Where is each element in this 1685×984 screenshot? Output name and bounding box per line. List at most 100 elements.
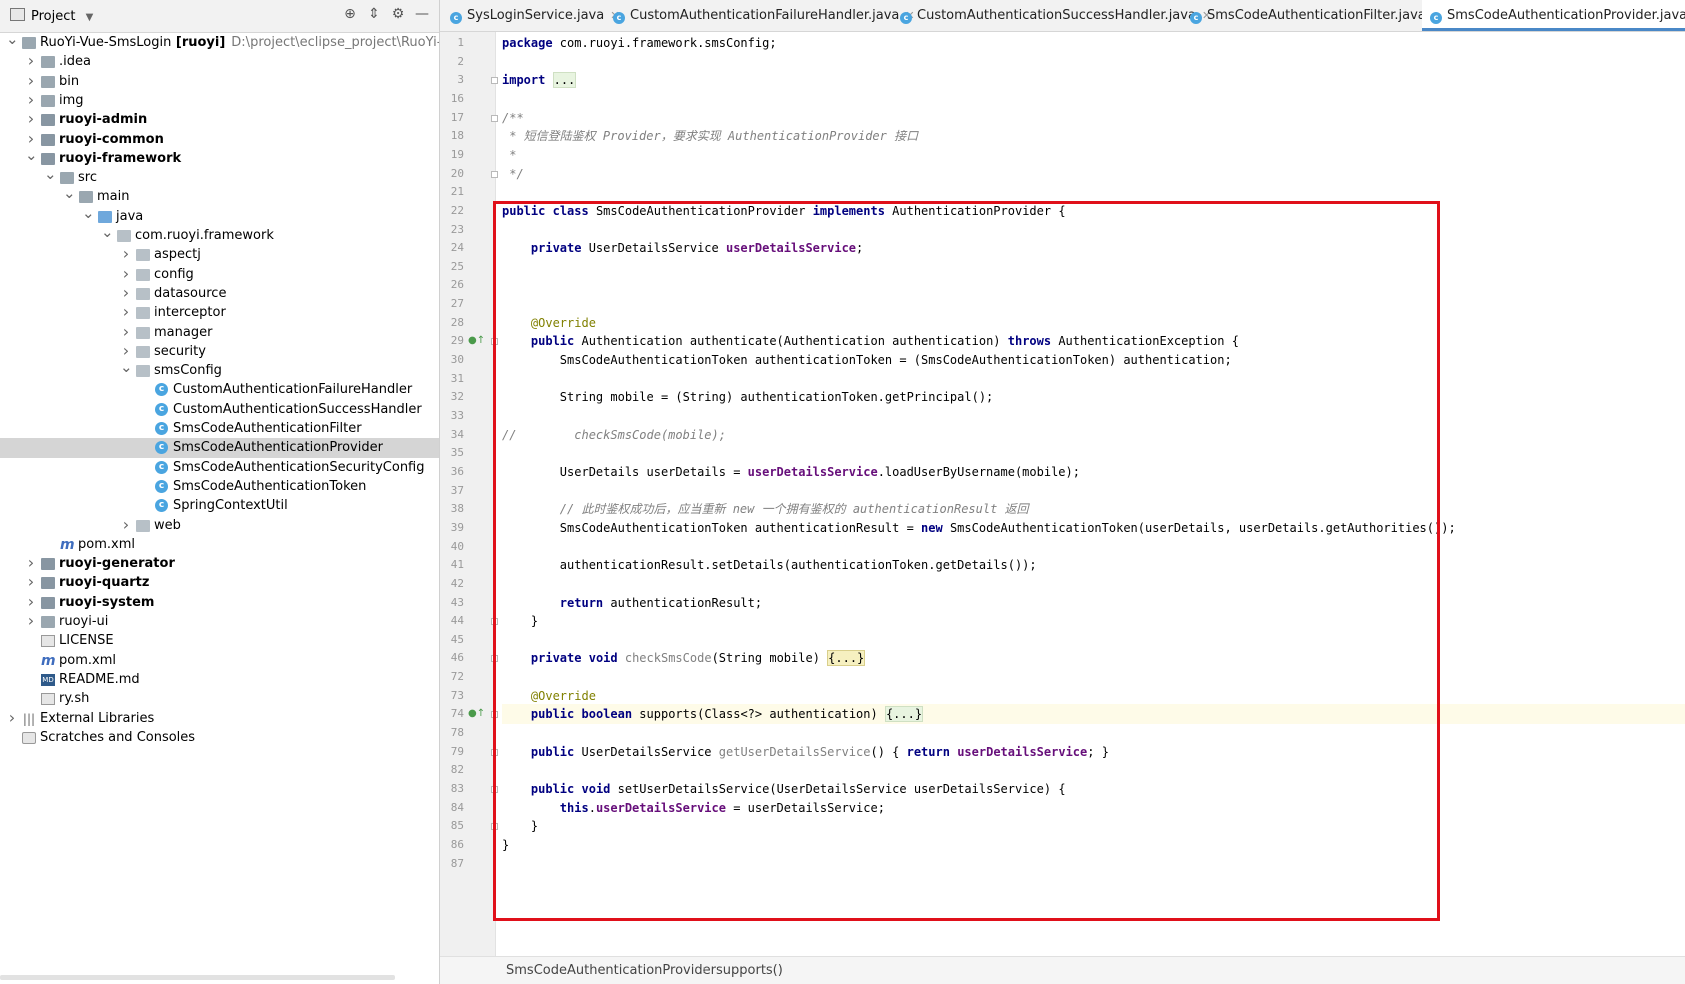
- code-line[interactable]: public void setUserDetailsService(UserDe…: [502, 779, 1685, 799]
- code-line[interactable]: SmsCodeAuthenticationToken authenticatio…: [502, 518, 1685, 538]
- tree-item[interactable]: › security: [0, 341, 439, 362]
- project-view-selector[interactable]: Project ▼: [10, 8, 93, 24]
- tree-item[interactable]: ⌄ com.ruoyi.framework: [0, 225, 439, 246]
- tree-item[interactable]: › ruoyi-ui: [0, 612, 439, 632]
- code-line[interactable]: @Override: [502, 686, 1685, 706]
- code-line[interactable]: @Override: [502, 313, 1685, 333]
- chevron-right-icon[interactable]: ›: [25, 592, 37, 611]
- code-line[interactable]: SmsCodeAuthenticationToken authenticatio…: [502, 350, 1685, 370]
- tree-item[interactable]: › ruoyi-system: [0, 592, 439, 613]
- code-line[interactable]: [502, 406, 1685, 426]
- tree-item[interactable]: c SpringContextUtil: [0, 496, 439, 516]
- code-line[interactable]: public Authentication authenticate(Authe…: [502, 331, 1685, 351]
- fold-toggle-icon[interactable]: [491, 618, 498, 626]
- chevron-down-icon[interactable]: ⌄: [82, 205, 95, 220]
- chevron-right-icon[interactable]: ›: [25, 110, 37, 128]
- code-line[interactable]: private void checkSmsCode(String mobile)…: [502, 648, 1685, 668]
- tree-item[interactable]: › ||| External Libraries: [0, 708, 439, 729]
- code-line[interactable]: *: [502, 145, 1685, 165]
- code-line[interactable]: [502, 52, 1685, 72]
- tab-smscodeauthenticationfilter[interactable]: cSmsCodeAuthenticationFilter.java✕: [1190, 0, 1441, 31]
- chevron-right-icon[interactable]: ›: [25, 52, 37, 70]
- tree-item[interactable]: › ruoyi-admin: [0, 110, 439, 130]
- tree-item[interactable]: › interceptor: [0, 303, 439, 323]
- code-line[interactable]: public boolean supports(Class<?> authent…: [502, 704, 1685, 725]
- chevron-right-icon[interactable]: ›: [120, 322, 132, 341]
- tree-item[interactable]: ⌄ java: [0, 205, 439, 227]
- code-line[interactable]: [502, 723, 1685, 743]
- code-line[interactable]: [502, 182, 1685, 202]
- code-line[interactable]: return authenticationResult;: [502, 593, 1685, 613]
- chevron-right-icon[interactable]: ›: [25, 573, 37, 591]
- tree-item[interactable]: ⌄ main: [0, 186, 439, 207]
- override-gutter-icon[interactable]: ●↑: [468, 331, 485, 351]
- chevron-right-icon[interactable]: ›: [25, 71, 37, 90]
- fold-toggle-icon[interactable]: [491, 77, 498, 85]
- tree-item[interactable]: › ruoyi-quartz: [0, 573, 439, 593]
- tree-item[interactable]: c CustomAuthenticationSuccessHandler: [0, 400, 439, 420]
- chevron-right-icon[interactable]: ›: [25, 554, 37, 572]
- chevron-down-icon[interactable]: ⌄: [63, 186, 76, 201]
- code-line[interactable]: // checkSmsCode(mobile);: [502, 425, 1685, 445]
- code-line[interactable]: [502, 574, 1685, 594]
- tree-item[interactable]: › manager: [0, 322, 439, 343]
- tree-item[interactable]: c SmsCodeAuthenticationSecurityConfig: [0, 458, 439, 478]
- tree-item[interactable]: c CustomAuthenticationFailureHandler: [0, 380, 439, 400]
- tree-item[interactable]: › web: [0, 515, 439, 536]
- locate-icon[interactable]: ⊕: [341, 6, 359, 22]
- code-line[interactable]: String mobile = (String) authenticationT…: [502, 387, 1685, 407]
- chevron-right-icon[interactable]: ›: [120, 515, 132, 534]
- fold-toggle-icon[interactable]: [491, 655, 498, 663]
- chevron-down-icon[interactable]: ⌄: [6, 32, 19, 47]
- code-line[interactable]: }: [502, 816, 1685, 836]
- tree-item[interactable]: ⌄ smsConfig: [0, 360, 439, 381]
- chevron-right-icon[interactable]: ›: [25, 90, 37, 109]
- tree-item[interactable]: › bin: [0, 71, 439, 92]
- tree-item[interactable]: m pom.xml: [0, 651, 439, 671]
- code-line[interactable]: }: [502, 835, 1685, 855]
- override-gutter-icon[interactable]: ●↑: [468, 704, 485, 724]
- tree-item[interactable]: › datasource: [0, 283, 439, 304]
- code-line[interactable]: public class SmsCodeAuthenticationProvid…: [502, 201, 1685, 221]
- chevron-right-icon[interactable]: ›: [120, 245, 132, 263]
- tree-item[interactable]: m pom.xml: [0, 535, 439, 555]
- chevron-right-icon[interactable]: ›: [120, 341, 132, 360]
- chevron-right-icon[interactable]: ›: [25, 612, 37, 630]
- fold-toggle-icon[interactable]: [491, 823, 498, 831]
- breadcrumb-method[interactable]: supports(): [716, 957, 783, 984]
- chevron-right-icon[interactable]: ›: [120, 303, 132, 321]
- tab-customauthenticationsuccesshandler[interactable]: c CustomAuthenticationSuccessHandler.java…: [900, 0, 1211, 31]
- fold-toggle-icon[interactable]: [491, 748, 498, 756]
- tree-item[interactable]: c SmsCodeAuthenticationToken: [0, 477, 439, 497]
- chevron-right-icon[interactable]: ›: [120, 264, 132, 283]
- minimize-icon[interactable]: —: [413, 6, 431, 22]
- tree-item[interactable]: LICENSE: [0, 631, 439, 651]
- code-line[interactable]: [502, 369, 1685, 389]
- chevron-right-icon[interactable]: ›: [6, 708, 18, 727]
- code-line[interactable]: [502, 257, 1685, 277]
- tab-smscodeauthenticationprovider[interactable]: cSmsCodeAuthenticationProvider.java✕: [1422, 0, 1685, 31]
- tree-item[interactable]: › aspectj: [0, 245, 439, 265]
- chevron-down-icon[interactable]: ⌄: [101, 225, 114, 240]
- code-editor[interactable]: 1 2 3 16 17 18 19 20 21 22 23 24 25 26 27 28 29 ●↑ 30 31 32 3…: [440, 32, 1685, 956]
- code-line[interactable]: [502, 537, 1685, 557]
- code-line[interactable]: import ...: [502, 70, 1685, 90]
- code-line[interactable]: package com.ruoyi.framework.smsConfig;: [502, 33, 1685, 53]
- fold-toggle-icon[interactable]: [491, 114, 498, 122]
- tree-item[interactable]: › config: [0, 264, 439, 285]
- chevron-down-icon[interactable]: ⌄: [44, 167, 57, 182]
- code-line[interactable]: * 短信登陆鉴权 Provider，要求实现 AuthenticationPro…: [502, 126, 1685, 146]
- collapse-all-icon[interactable]: ⇕: [365, 6, 383, 22]
- tab-sysloginservice[interactable]: cSysLoginService.java✕: [450, 0, 619, 31]
- tree-item[interactable]: › ruoyi-common: [0, 129, 439, 150]
- code-line[interactable]: [502, 854, 1685, 874]
- tree-item[interactable]: ⌄ RuoYi-Vue-SmsLogin [ruoyi] D:\project\ec…: [0, 32, 439, 53]
- chevron-right-icon[interactable]: ›: [120, 283, 132, 302]
- code-line[interactable]: [502, 220, 1685, 240]
- code-line[interactable]: [502, 294, 1685, 314]
- tab-customauthenticationfailurehandler[interactable]: c CustomAuthenticationFailureHandler.java…: [613, 0, 915, 31]
- chevron-down-icon[interactable]: ⌄: [120, 360, 133, 375]
- tree-item[interactable]: c SmsCodeAuthenticationFilter: [0, 419, 439, 439]
- code-line[interactable]: [502, 275, 1685, 295]
- fold-toggle-icon[interactable]: [491, 711, 498, 719]
